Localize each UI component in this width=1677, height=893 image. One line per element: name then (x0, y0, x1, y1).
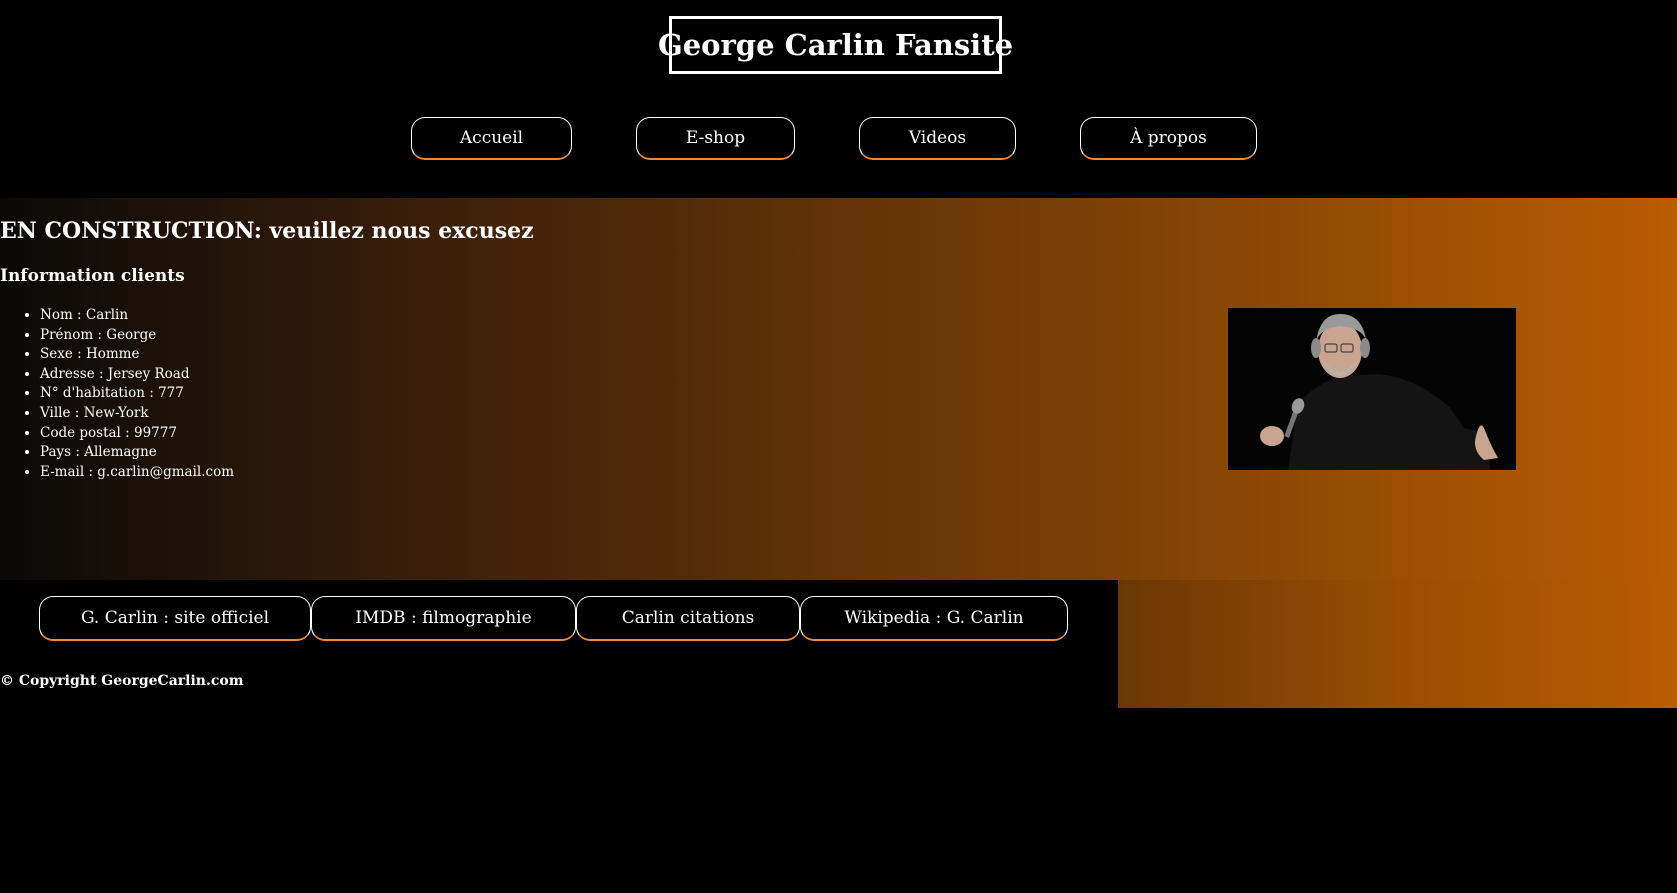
copyright-text: © Copyright GeorgeCarlin.com (0, 673, 244, 689)
info-item-email: E-mail : g.carlin@gmail.com (40, 463, 234, 483)
nav-button-accueil[interactable]: Accueil (411, 117, 572, 160)
nav-button-a-propos[interactable]: À propos (1080, 117, 1257, 160)
george-carlin-photo (1228, 308, 1516, 470)
info-item-adresse: Adresse : Jersey Road (40, 365, 234, 385)
info-item-pays: Pays : Allemagne (40, 443, 234, 463)
site-title: George Carlin Fansite (658, 16, 1013, 74)
link-button-wikipedia[interactable]: Wikipedia : G. Carlin (800, 596, 1068, 641)
info-item-code-postal: Code postal : 99777 (40, 424, 234, 444)
info-item-numero: N° d'habitation : 777 (40, 384, 234, 404)
info-item-prenom: Prénom : George (40, 326, 234, 346)
link-button-citations[interactable]: Carlin citations (576, 596, 800, 641)
page: George Carlin Fansite Accueil E-shop Vid… (0, 0, 1677, 893)
info-item-ville: Ville : New-York (40, 404, 234, 424)
nav-button-videos[interactable]: Videos (859, 117, 1016, 160)
comedian-silhouette-image (1228, 308, 1516, 470)
main-section-extension (1118, 580, 1677, 708)
info-item-nom: Nom : Carlin (40, 306, 234, 326)
customer-info-heading: Information clients (0, 266, 185, 286)
nav-button-eshop[interactable]: E-shop (636, 117, 795, 160)
construction-notice: EN CONSTRUCTION: veuillez nous excusez (0, 218, 534, 244)
link-button-imdb[interactable]: IMDB : filmographie (311, 596, 576, 641)
customer-info-list: Nom : Carlin Prénom : George Sexe : Homm… (0, 306, 234, 482)
info-item-sexe: Sexe : Homme (40, 345, 234, 365)
link-button-official-site[interactable]: G. Carlin : site officiel (39, 596, 311, 641)
